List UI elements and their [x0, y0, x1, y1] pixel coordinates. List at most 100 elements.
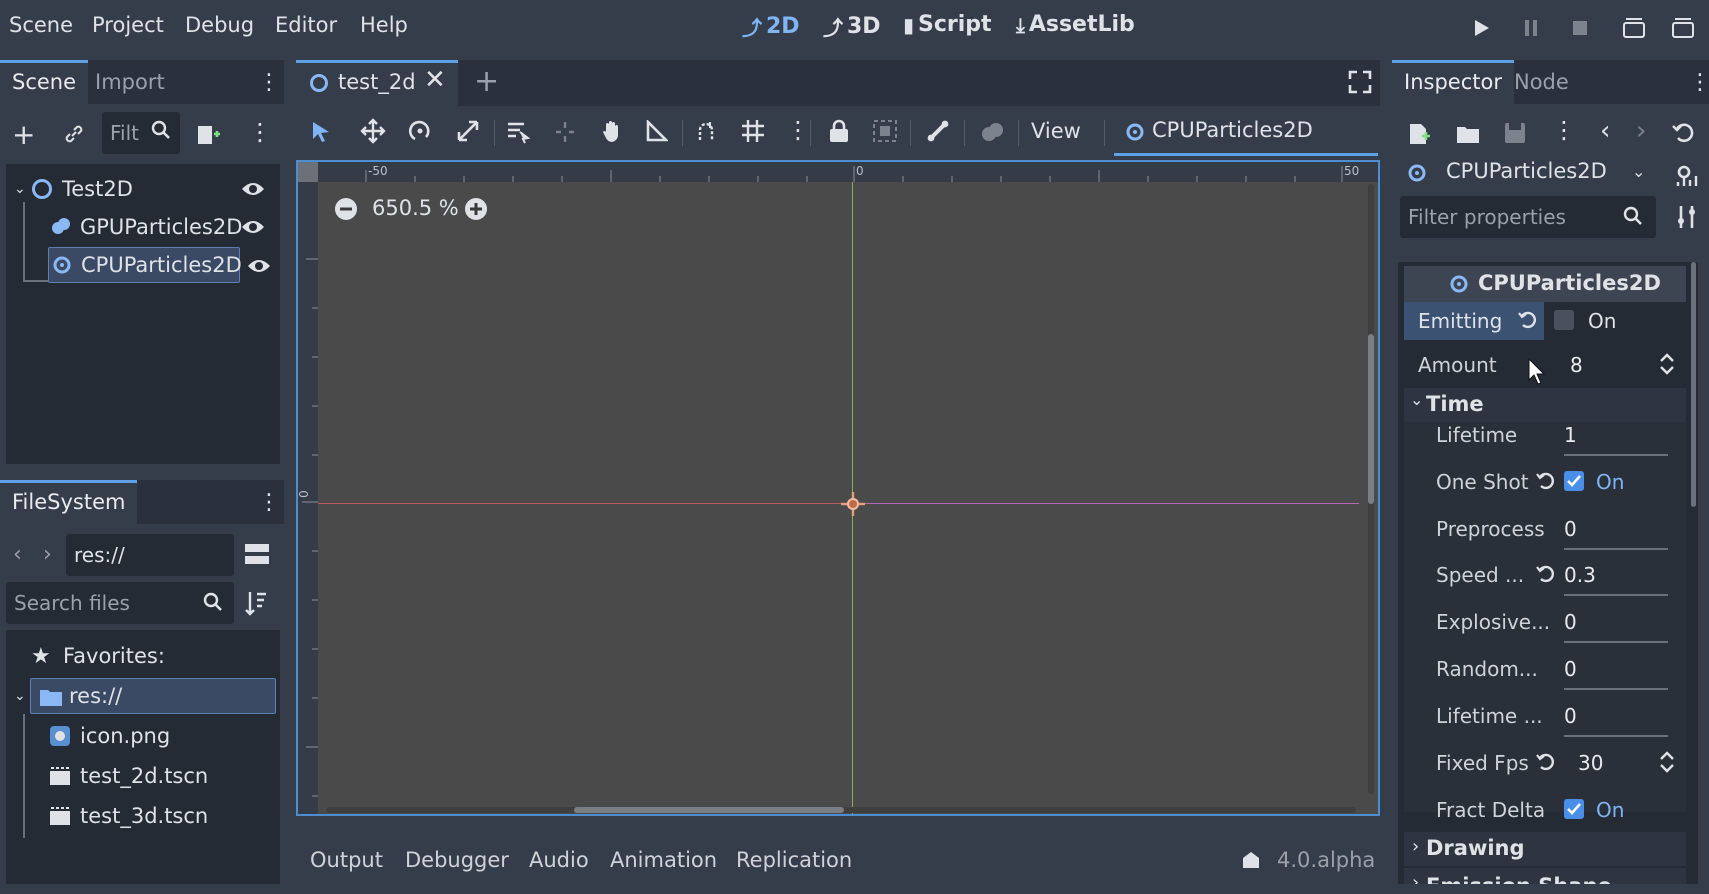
scene-more-icon[interactable]: ⋮: [248, 118, 272, 146]
pause-icon[interactable]: [1517, 14, 1545, 42]
pivot-icon[interactable]: [554, 120, 576, 149]
history-back-icon[interactable]: ‹: [1600, 116, 1610, 146]
workspace-assetlib-button[interactable]: ⤓ AssetLib: [1016, 12, 1135, 37]
workspace-2d-button[interactable]: ⤴ 2D: [742, 12, 800, 41]
file-item[interactable]: test_3d.tscn: [46, 798, 276, 834]
fract-delta-checkbox[interactable]: [1564, 799, 1584, 819]
one-shot-checkbox[interactable]: [1564, 471, 1584, 491]
pan-hand-icon[interactable]: [600, 118, 624, 149]
forward-arrow-icon[interactable]: ›: [43, 542, 52, 567]
workspace-script-button[interactable]: ▮ Script: [903, 12, 992, 37]
scene-dock-menu-icon[interactable]: ⋮: [258, 70, 280, 95]
vertical-scrollbar-thumb[interactable]: [1368, 334, 1374, 504]
menu-debug[interactable]: Debug: [185, 13, 254, 37]
scene-filter-input[interactable]: Filt: [102, 112, 180, 154]
horizontal-scrollbar[interactable]: [326, 807, 1356, 813]
tree-item-cpuparticles2d[interactable]: CPUParticles2D: [48, 247, 242, 283]
filesystem-menu-icon[interactable]: ⋮: [258, 490, 280, 515]
lifetime-randomness-value[interactable]: 0: [1564, 704, 1577, 728]
tab-filesystem[interactable]: FileSystem: [0, 480, 138, 524]
back-arrow-icon[interactable]: ‹: [13, 542, 22, 567]
revert-icon[interactable]: [1536, 564, 1556, 589]
close-icon[interactable]: ✕: [424, 65, 446, 95]
object-properties-icon[interactable]: [1674, 164, 1698, 193]
tab-debugger[interactable]: Debugger: [405, 848, 509, 872]
grid-snap-icon[interactable]: [740, 118, 766, 149]
add-node-icon[interactable]: +: [12, 118, 35, 151]
randomness-value[interactable]: 0: [1564, 657, 1577, 681]
drawing-section-header[interactable]: › Drawing: [1404, 832, 1686, 866]
zoom-in-icon[interactable]: [464, 197, 488, 226]
visibility-eye-icon[interactable]: [241, 217, 265, 237]
amount-value[interactable]: 8: [1570, 353, 1583, 377]
inspector-scrollbar-thumb[interactable]: [1691, 262, 1696, 507]
speed-scale-value[interactable]: 0.3: [1564, 563, 1596, 587]
visibility-eye-icon[interactable]: [241, 179, 265, 199]
preprocess-slider[interactable]: [1564, 548, 1668, 550]
play-scene-icon[interactable]: [1620, 14, 1648, 42]
menu-help[interactable]: Help: [360, 13, 408, 37]
search-files-input[interactable]: Search files: [6, 582, 234, 624]
revert-icon[interactable]: [1536, 471, 1556, 496]
menu-editor[interactable]: Editor: [275, 13, 337, 37]
spin-arrows-icon[interactable]: [1658, 352, 1676, 381]
scale-mode-icon[interactable]: [456, 119, 480, 148]
lifetime-randomness-slider[interactable]: [1564, 735, 1668, 737]
file-item[interactable]: test_2d.tscn: [46, 758, 276, 794]
new-resource-icon[interactable]: [1408, 122, 1430, 151]
favorites-item[interactable]: ★ Favorites:: [6, 638, 276, 674]
instance-scene-icon[interactable]: [196, 122, 222, 153]
tree-item-gpuparticles2d[interactable]: GPUParticles2D: [6, 209, 276, 245]
view-menu[interactable]: View: [1031, 119, 1081, 143]
split-view-icon[interactable]: [244, 542, 270, 571]
history-icon[interactable]: [1672, 122, 1696, 149]
object-selector[interactable]: CPUParticles2D ⌄: [1400, 150, 1656, 194]
time-section-header[interactable]: ⌄ Time: [1404, 388, 1686, 422]
workspace-3d-button[interactable]: ⤴ 3D: [823, 12, 881, 41]
explosiveness-value[interactable]: 0: [1564, 610, 1577, 634]
zoom-out-icon[interactable]: [334, 197, 358, 226]
horizontal-scrollbar-thumb[interactable]: [574, 807, 844, 813]
tab-replication[interactable]: Replication: [736, 848, 852, 872]
tab-audio[interactable]: Audio: [529, 848, 589, 872]
ruler-icon[interactable]: [646, 118, 670, 147]
save-icon[interactable]: [1504, 122, 1526, 149]
vertical-scrollbar[interactable]: [1368, 184, 1374, 794]
tab-output[interactable]: Output: [310, 848, 383, 872]
resource-more-icon[interactable]: ⋮: [1552, 116, 1576, 144]
preprocess-value[interactable]: 0: [1564, 517, 1577, 541]
add-tab-icon[interactable]: +: [474, 64, 499, 99]
emission-shape-section-header[interactable]: › Emission Shape: [1404, 868, 1686, 884]
lifetime-value[interactable]: 1: [1564, 423, 1577, 447]
zoom-level[interactable]: 650.5 %: [372, 196, 459, 220]
revert-icon[interactable]: [1518, 310, 1538, 335]
tab-scene[interactable]: Scene: [0, 60, 89, 104]
revert-icon[interactable]: [1536, 752, 1556, 777]
menu-project[interactable]: Project: [92, 13, 164, 37]
select-mode-icon[interactable]: [310, 120, 332, 149]
tab-test-2d[interactable]: test_2d ✕: [296, 60, 458, 106]
move-mode-icon[interactable]: [360, 118, 386, 149]
link-icon[interactable]: [62, 122, 86, 146]
path-input[interactable]: res://: [66, 534, 234, 576]
tab-inspector[interactable]: Inspector: [1392, 60, 1514, 104]
list-select-icon[interactable]: [506, 120, 531, 149]
snap-options-icon[interactable]: ⋮: [786, 116, 810, 144]
visibility-eye-icon[interactable]: [247, 256, 271, 276]
explosiveness-slider[interactable]: [1564, 641, 1668, 643]
play-icon[interactable]: [1468, 14, 1496, 42]
emitting-checkbox[interactable]: [1554, 310, 1574, 330]
cpuparticles-menu-button[interactable]: CPUParticles2D: [1114, 106, 1378, 156]
speed-scale-slider[interactable]: [1564, 594, 1668, 596]
rotate-mode-icon[interactable]: [408, 119, 432, 148]
node-origin-icon[interactable]: [840, 491, 866, 522]
menu-scene[interactable]: Scene: [9, 13, 73, 37]
randomness-slider[interactable]: [1564, 688, 1668, 690]
play-custom-scene-icon[interactable]: [1669, 14, 1697, 42]
canvas-viewport[interactable]: -50 0 50 0 650.5 %: [296, 160, 1380, 816]
tools-icon[interactable]: [1676, 204, 1698, 235]
particles-emit-icon[interactable]: [980, 120, 1006, 149]
filter-properties-input[interactable]: Filter properties: [1400, 196, 1656, 238]
folder-res[interactable]: res://: [30, 678, 276, 714]
smart-snap-icon[interactable]: [696, 120, 720, 149]
